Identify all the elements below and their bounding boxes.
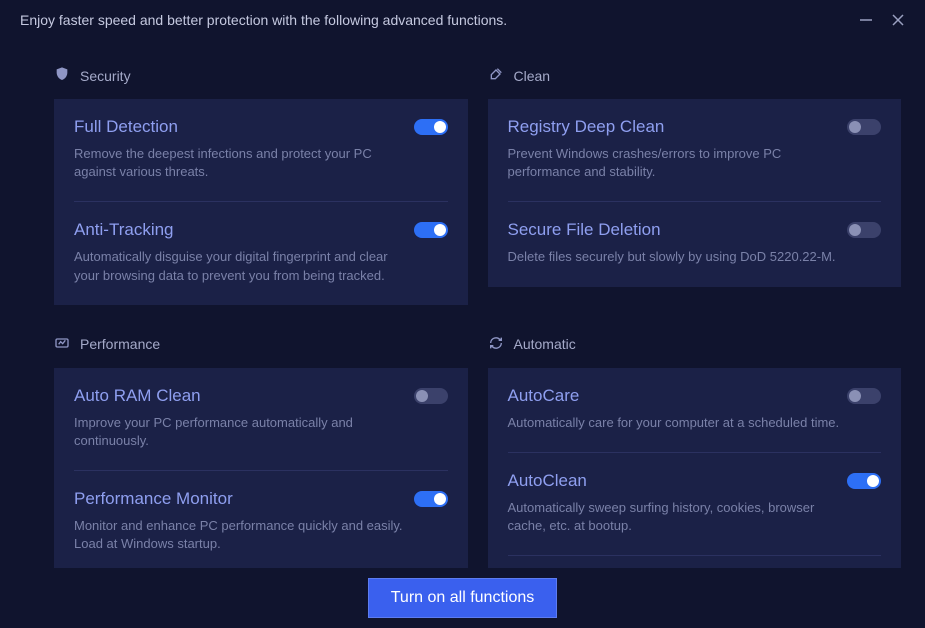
toggle-autoclean[interactable] [847, 473, 881, 489]
sections-grid: Security Full Detection Remove the deepe… [54, 66, 901, 568]
item-anti-tracking: Anti-Tracking Automatically disguise you… [74, 202, 448, 304]
item-title: Auto RAM Clean [74, 386, 201, 406]
item-autoupdate: AutoUpdate [508, 556, 882, 568]
item-full-detection: Full Detection Remove the deepest infect… [74, 99, 448, 202]
item-desc: Delete files securely but slowly by usin… [508, 248, 848, 266]
item-desc: Automatically care for your computer at … [508, 414, 848, 432]
toggle-secure-file-deletion[interactable] [847, 222, 881, 238]
section-clean: Clean Registry Deep Clean Prevent Window… [488, 66, 902, 305]
toggle-auto-ram-clean[interactable] [414, 388, 448, 404]
section-title: Security [80, 68, 131, 84]
section-header-automatic: Automatic [488, 335, 902, 354]
section-title: Automatic [514, 336, 576, 352]
turn-on-all-button[interactable]: Turn on all functions [368, 578, 557, 618]
section-security: Security Full Detection Remove the deepe… [54, 66, 468, 305]
item-title: Anti-Tracking [74, 220, 174, 240]
section-automatic: Automatic AutoCare Automatically care fo… [488, 335, 902, 568]
section-title: Clean [514, 68, 551, 84]
panel-performance: Auto RAM Clean Improve your PC performan… [54, 368, 468, 568]
panel-security: Full Detection Remove the deepest infect… [54, 99, 468, 305]
toggle-anti-tracking[interactable] [414, 222, 448, 238]
toggle-performance-monitor[interactable] [414, 491, 448, 507]
item-secure-file-deletion: Secure File Deletion Delete files secure… [508, 202, 882, 286]
content-scroll[interactable]: Security Full Detection Remove the deepe… [0, 46, 925, 568]
item-desc: Prevent Windows crashes/errors to improv… [508, 145, 848, 181]
item-title: Full Detection [74, 117, 178, 137]
item-registry-deep-clean: Registry Deep Clean Prevent Windows cras… [508, 99, 882, 202]
section-performance: Performance Auto RAM Clean Improve your … [54, 335, 468, 568]
broom-icon [488, 66, 504, 85]
titlebar-text: Enjoy faster speed and better protection… [20, 12, 507, 28]
refresh-icon [488, 335, 504, 354]
item-title: Registry Deep Clean [508, 117, 665, 137]
item-title: AutoCare [508, 386, 580, 406]
toggle-registry-deep-clean[interactable] [847, 119, 881, 135]
shield-icon [54, 66, 70, 85]
section-header-performance: Performance [54, 335, 468, 354]
item-desc: Automatically sweep surfing history, coo… [508, 499, 848, 535]
window-controls [859, 13, 905, 27]
gauge-icon [54, 335, 70, 354]
item-desc: Improve your PC performance automaticall… [74, 414, 414, 450]
minimize-button[interactable] [859, 13, 873, 27]
panel-clean: Registry Deep Clean Prevent Windows cras… [488, 99, 902, 287]
item-auto-ram-clean: Auto RAM Clean Improve your PC performan… [74, 368, 448, 471]
titlebar: Enjoy faster speed and better protection… [0, 0, 925, 38]
item-autocare: AutoCare Automatically care for your com… [508, 368, 882, 453]
item-desc: Monitor and enhance PC performance quick… [74, 517, 414, 553]
item-title: Secure File Deletion [508, 220, 661, 240]
item-title: AutoClean [508, 471, 587, 491]
section-header-security: Security [54, 66, 468, 85]
section-header-clean: Clean [488, 66, 902, 85]
item-title: Performance Monitor [74, 489, 233, 509]
section-title: Performance [80, 336, 160, 352]
close-button[interactable] [891, 13, 905, 27]
item-performance-monitor: Performance Monitor Monitor and enhance … [74, 471, 448, 568]
item-autoclean: AutoClean Automatically sweep surfing hi… [508, 453, 882, 556]
panel-automatic: AutoCare Automatically care for your com… [488, 368, 902, 568]
toggle-full-detection[interactable] [414, 119, 448, 135]
footer: Turn on all functions [0, 568, 925, 628]
item-desc: Remove the deepest infections and protec… [74, 145, 414, 181]
toggle-autocare[interactable] [847, 388, 881, 404]
item-desc: Automatically disguise your digital fing… [74, 248, 414, 284]
